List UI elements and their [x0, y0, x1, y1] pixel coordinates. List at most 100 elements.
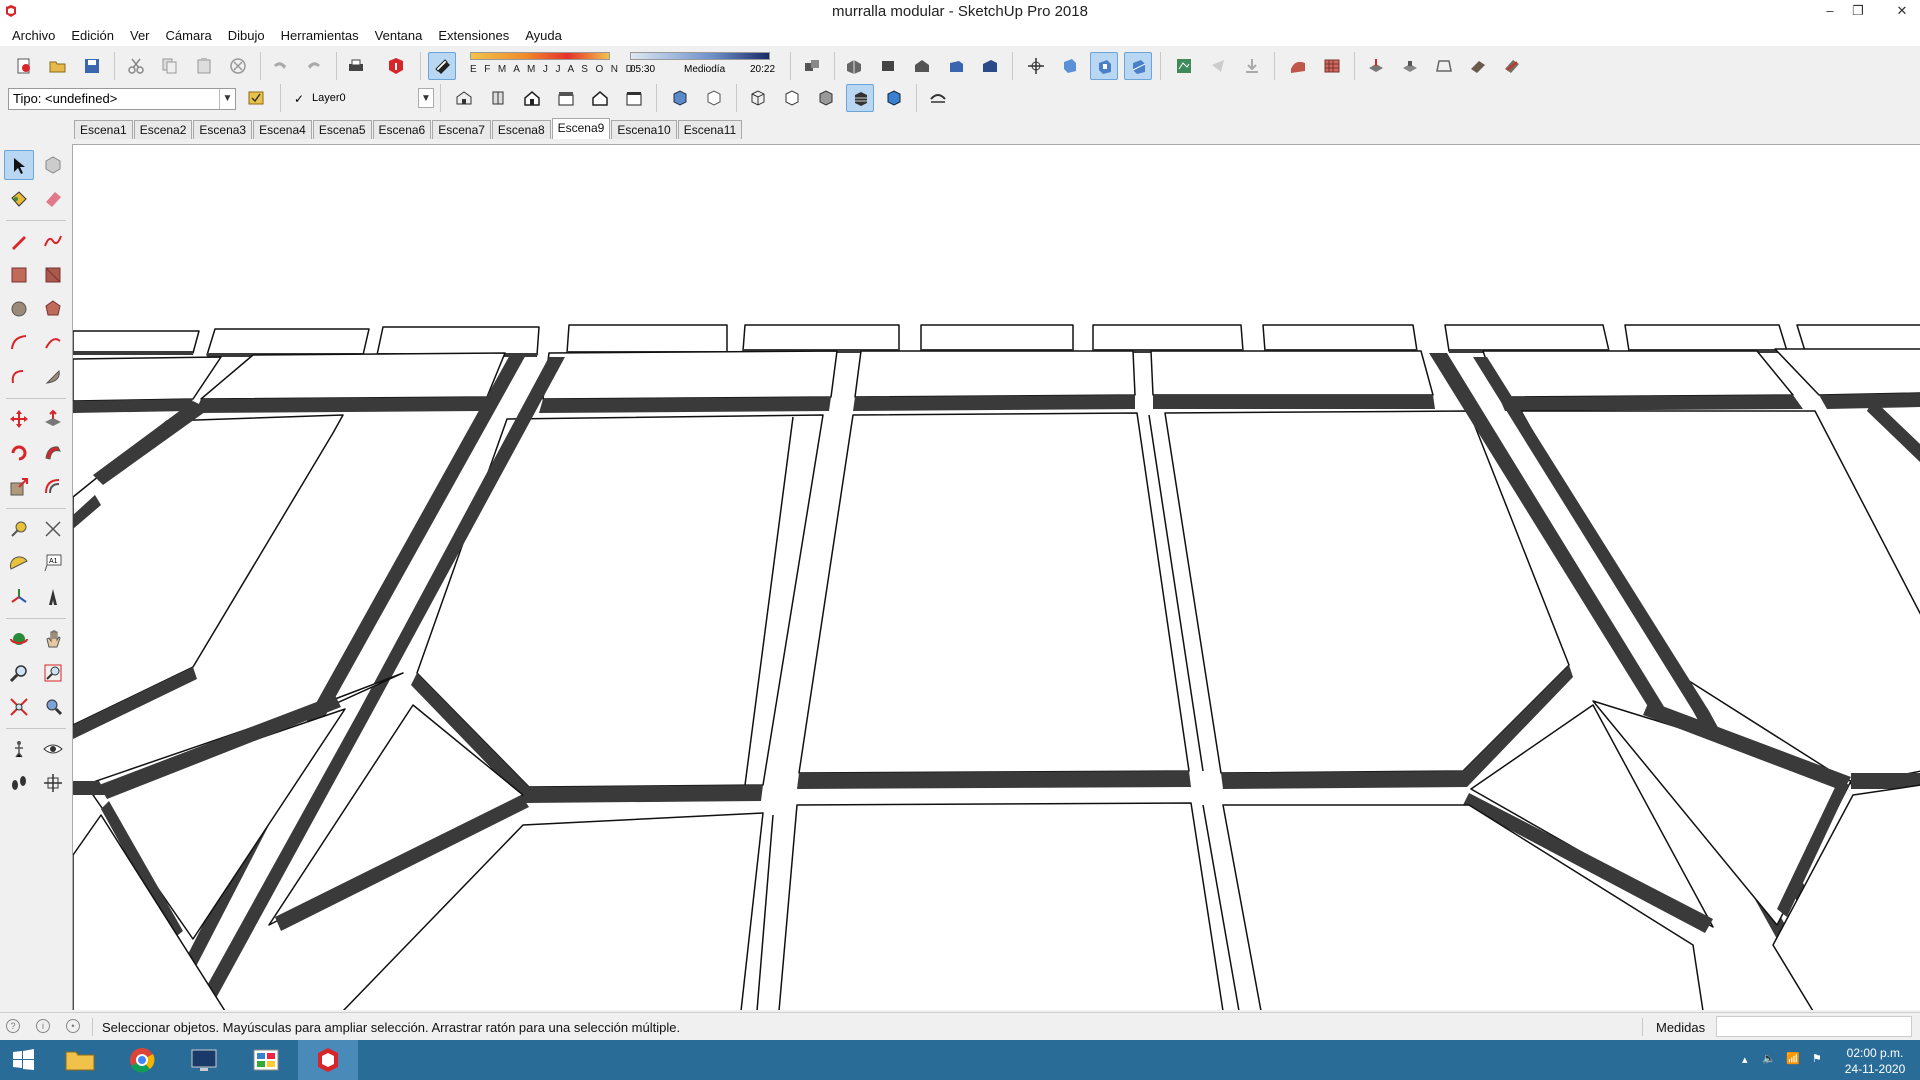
model-viewport[interactable] — [72, 144, 1920, 1010]
dimension-tool-button[interactable] — [38, 514, 68, 544]
polygon-tool-button[interactable] — [38, 294, 68, 324]
rotate-tool-button[interactable] — [4, 438, 34, 468]
back-edges-button[interactable] — [700, 84, 728, 112]
undo-button[interactable] — [266, 52, 294, 80]
tab-escena7[interactable]: Escena7 — [432, 120, 491, 139]
taskbar-file-explorer[interactable] — [50, 1040, 110, 1080]
zoom-tool-button[interactable] — [4, 658, 34, 688]
taskbar-chrome[interactable] — [112, 1040, 172, 1080]
flip-edge-button[interactable] — [1498, 52, 1526, 80]
redo-button[interactable] — [300, 52, 328, 80]
orbit-tool-button[interactable] — [4, 624, 34, 654]
stamp-button[interactable] — [1396, 52, 1424, 80]
menu-ver[interactable]: Ver — [122, 28, 158, 43]
text-tool-button[interactable]: A1 — [38, 548, 68, 578]
tray-chevron-up-icon[interactable]: ▴ — [1742, 1053, 1748, 1066]
paste-button[interactable] — [190, 52, 218, 80]
component-options-button[interactable] — [242, 84, 270, 112]
circle-tool-button[interactable] — [4, 294, 34, 324]
view-iso-button[interactable] — [840, 52, 868, 80]
previous-view-button[interactable] — [38, 692, 68, 722]
smoove-button[interactable] — [1362, 52, 1390, 80]
cut-button[interactable] — [122, 52, 150, 80]
look-around-button[interactable] — [38, 734, 68, 764]
geo-location-button[interactable] — [1170, 52, 1198, 80]
axes-tool-button[interactable] — [4, 582, 34, 612]
orbit-button[interactable] — [1022, 52, 1050, 80]
flag-notification-icon[interactable]: ⚑ — [1812, 1052, 1822, 1065]
shaded-button[interactable] — [812, 84, 840, 112]
view-home-button[interactable] — [518, 84, 546, 112]
two-point-arc-button[interactable] — [38, 328, 68, 358]
tab-escena1[interactable]: Escena1 — [74, 120, 133, 139]
model-info-button[interactable] — [382, 52, 410, 80]
menu-edicion[interactable]: Edición — [63, 28, 122, 43]
components-button[interactable] — [798, 52, 826, 80]
taskbar-sketchup[interactable] — [298, 1040, 358, 1080]
tape-measure-button[interactable] — [4, 514, 34, 544]
arc-tool-button[interactable] — [4, 328, 34, 358]
hidden-line-button[interactable] — [778, 84, 806, 112]
offset-tool-button[interactable] — [38, 472, 68, 502]
time-slider[interactable] — [630, 52, 770, 60]
view-back-button[interactable] — [976, 52, 1004, 80]
menu-dibujo[interactable]: Dibujo — [220, 28, 273, 43]
follow-me-button[interactable] — [38, 438, 68, 468]
rotated-rectangle-button[interactable] — [38, 260, 68, 290]
measurements-input[interactable] — [1716, 1016, 1912, 1037]
taskbar-desktop-app[interactable] — [174, 1040, 234, 1080]
view-side-button[interactable] — [484, 84, 512, 112]
credits-status-icon[interactable]: i — [36, 1019, 50, 1033]
section-plane-tool-button[interactable] — [38, 768, 68, 798]
move-tool-button[interactable] — [4, 404, 34, 434]
pie-tool-button[interactable] — [38, 362, 68, 392]
menu-ayuda[interactable]: Ayuda — [517, 28, 570, 43]
start-button[interactable] — [0, 1040, 48, 1080]
add-location-button[interactable] — [1204, 52, 1232, 80]
wireframe-button[interactable] — [744, 84, 772, 112]
drape-button[interactable] — [1430, 52, 1458, 80]
scale-tool-button[interactable] — [4, 472, 34, 502]
menu-camara[interactable]: Cámara — [158, 28, 220, 43]
tab-escena2[interactable]: Escena2 — [133, 120, 193, 139]
shadows-toggle-button[interactable] — [428, 52, 456, 80]
tab-escena10[interactable]: Escena10 — [611, 120, 677, 139]
view-store-button[interactable] — [552, 84, 580, 112]
tab-escena8[interactable]: Escena8 — [491, 120, 551, 139]
protractor-button[interactable] — [4, 548, 34, 578]
tab-escena11[interactable]: Escena11 — [677, 120, 743, 139]
geo-location-status-icon[interactable]: ? — [6, 1019, 20, 1033]
make-component-button[interactable] — [38, 150, 68, 180]
erase-selection-button[interactable] — [224, 52, 252, 80]
view-front-button[interactable] — [908, 52, 936, 80]
eraser-button[interactable] — [38, 184, 68, 214]
monochrome-button[interactable] — [880, 84, 908, 112]
import-terrain-button[interactable] — [1238, 52, 1266, 80]
taskbar-paint-app[interactable] — [236, 1040, 296, 1080]
type-combo[interactable]: Tipo: <undefined> ▼ — [8, 88, 236, 110]
open-button[interactable] — [44, 52, 72, 80]
taskbar-clock-date[interactable]: 24-11-2020 — [1842, 1062, 1908, 1076]
rectangle-tool-button[interactable] — [4, 260, 34, 290]
freehand-tool-button[interactable] — [38, 226, 68, 256]
view-top-button[interactable] — [874, 52, 902, 80]
zoom-window-button[interactable] — [38, 658, 68, 688]
zoom-extents-button[interactable] — [4, 692, 34, 722]
tab-escena5[interactable]: Escena5 — [312, 120, 372, 139]
display-sections-button[interactable] — [1090, 52, 1118, 80]
close-button[interactable]: ✕ — [1884, 0, 1920, 22]
restore-button[interactable]: ❐ — [1840, 0, 1876, 22]
copy-button[interactable] — [156, 52, 184, 80]
view-iso-style-button[interactable] — [450, 84, 478, 112]
walk-tool-button[interactable] — [4, 768, 34, 798]
pan-tool-button[interactable] — [38, 624, 68, 654]
print-button[interactable] — [342, 52, 370, 80]
three-point-arc-button[interactable] — [4, 362, 34, 392]
speaker-icon[interactable]: 🔈 — [1762, 1052, 1776, 1065]
push-pull-button[interactable] — [38, 404, 68, 434]
line-tool-button[interactable] — [4, 226, 34, 256]
view-outline-house-button[interactable] — [586, 84, 614, 112]
new-file-button[interactable] — [10, 52, 38, 80]
taskbar-clock-time[interactable]: 02:00 p.m. — [1842, 1046, 1908, 1060]
3d-text-button[interactable] — [38, 582, 68, 612]
